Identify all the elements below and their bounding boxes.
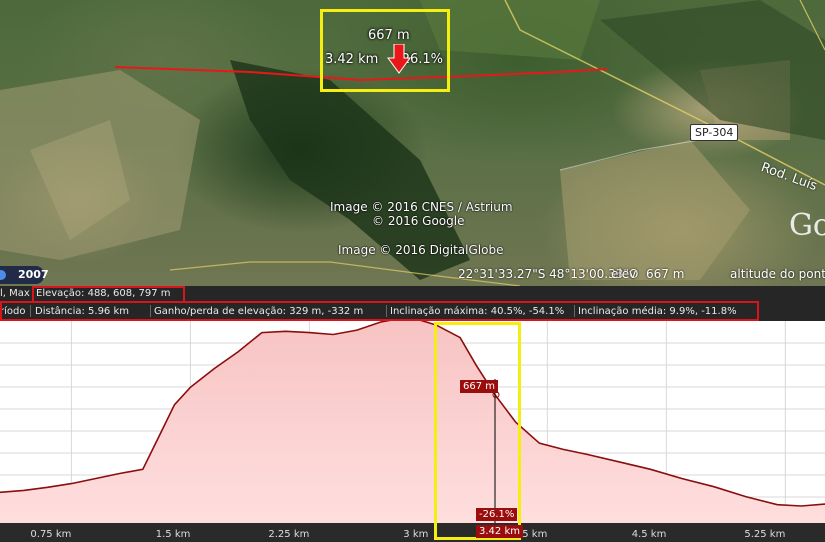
attribution-cnes: Image © 2016 CNES / Astrium	[330, 200, 513, 214]
cursor-elevation-flag: 667 m	[460, 380, 499, 393]
forest-patch	[600, 0, 825, 140]
earth-window: Image © 2016 CNES / Astrium © 2016 Googl…	[0, 0, 825, 542]
stats-highlight-box	[0, 301, 759, 321]
field-patch	[560, 140, 750, 280]
profile-svg[interactable]: 0.75 km 1.5 km 2.25 km 3 km 3.75 km 4.5 km 5.2…	[0, 321, 825, 542]
min-max-label: l, Max	[0, 288, 30, 299]
x-tick-label: 5.25 km	[744, 529, 785, 540]
imagery-year: 2007	[18, 268, 49, 281]
x-tick-label: 1.5 km	[156, 529, 191, 540]
eye-altitude-label: altitude do ponto	[730, 267, 825, 281]
elev-label: elev	[611, 267, 637, 281]
x-tick-label: 2.25 km	[268, 529, 309, 540]
profile-area	[0, 321, 825, 523]
attribution-google: © 2016 Google	[372, 214, 465, 228]
x-tick-label: 0.75 km	[30, 529, 71, 540]
map-cursor-distance: 3.42 km	[325, 52, 379, 67]
x-tick-label: 4.5 km	[632, 529, 667, 540]
cursor-distance-flag: 3.42 km	[476, 525, 523, 538]
attribution-digitalglobe: Image © 2016 DigitalGlobe	[338, 243, 504, 257]
elev-value: 667 m	[646, 267, 685, 281]
cursor-slope-flag: -26.1%	[476, 508, 518, 521]
satellite-map[interactable]: Image © 2016 CNES / Astrium © 2016 Googl…	[0, 0, 825, 286]
map-cursor-elevation: 667 m	[368, 28, 410, 43]
map-highlight-box: 667 m 3.42 km -26.1%	[320, 9, 450, 92]
google-wordmark: Go	[788, 208, 825, 243]
clock-icon	[0, 270, 6, 280]
historical-imagery-badge[interactable]: 2007	[0, 266, 49, 284]
position-arrow-icon	[387, 44, 411, 74]
elevation-profile-chart[interactable]: 0.75 km 1.5 km 2.25 km 3 km 3.75 km 4.5 km 5.2…	[0, 321, 825, 542]
road-shield: SP-304	[690, 124, 739, 141]
x-tick-label: 3 km	[403, 529, 428, 540]
